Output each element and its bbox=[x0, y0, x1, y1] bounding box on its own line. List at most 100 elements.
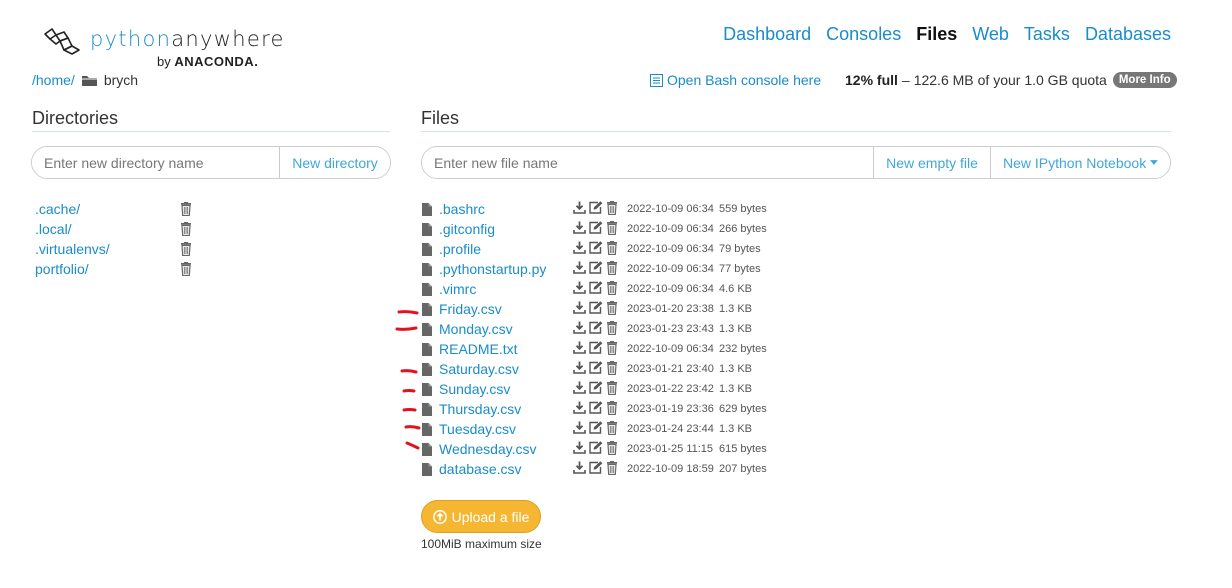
edit-icon[interactable] bbox=[589, 341, 603, 357]
breadcrumb-home-link[interactable]: /home/ bbox=[32, 72, 75, 88]
trash-icon[interactable] bbox=[606, 460, 618, 478]
file-row: .gitconfig 2022-10-09 06:34 266 bytes bbox=[422, 219, 767, 239]
new-directory-button[interactable]: New directory bbox=[279, 147, 390, 178]
new-file-input[interactable] bbox=[422, 147, 873, 178]
file-link[interactable]: .vimrc bbox=[438, 281, 573, 297]
download-icon[interactable] bbox=[573, 321, 586, 337]
directory-link[interactable]: .cache/ bbox=[35, 201, 180, 217]
trash-icon[interactable] bbox=[606, 360, 618, 378]
trash-icon[interactable] bbox=[606, 400, 618, 418]
file-link[interactable]: Saturday.csv bbox=[438, 361, 573, 377]
trash-icon[interactable] bbox=[606, 200, 618, 218]
file-link[interactable]: database.csv bbox=[438, 461, 573, 477]
edit-icon[interactable] bbox=[589, 261, 603, 277]
new-empty-file-button[interactable]: New empty file bbox=[873, 147, 990, 178]
trash-icon[interactable] bbox=[180, 222, 192, 236]
new-ipython-notebook-button[interactable]: New IPython Notebook bbox=[990, 147, 1170, 178]
download-icon[interactable] bbox=[573, 221, 586, 237]
directory-link[interactable]: .virtualenvs/ bbox=[35, 241, 180, 257]
trash-icon[interactable] bbox=[180, 202, 192, 216]
storage-quota: 12% full – 122.6 MB of your 1.0 GB quota… bbox=[845, 72, 1177, 88]
file-row: .profile 2022-10-09 06:34 79 bytes bbox=[422, 239, 761, 259]
file-icon bbox=[422, 342, 438, 356]
file-modified-date: 2022-10-09 06:34 bbox=[627, 243, 714, 255]
file-link[interactable]: Wednesday.csv bbox=[438, 441, 573, 457]
edit-icon[interactable] bbox=[589, 321, 603, 337]
bash-link-label[interactable]: Open Bash console here bbox=[667, 72, 821, 88]
file-row: database.csv 2022-10-09 18:59 207 bytes bbox=[422, 459, 767, 479]
edit-icon[interactable] bbox=[589, 381, 603, 397]
new-file-group: New empty file New IPython Notebook bbox=[421, 146, 1171, 179]
new-directory-input[interactable] bbox=[32, 147, 279, 178]
trash-icon[interactable] bbox=[606, 240, 618, 258]
download-icon[interactable] bbox=[573, 341, 586, 357]
download-icon[interactable] bbox=[573, 241, 586, 257]
edit-icon[interactable] bbox=[589, 301, 603, 317]
file-size: 1.3 KB bbox=[719, 383, 753, 395]
file-actions bbox=[573, 320, 627, 338]
file-link[interactable]: Friday.csv bbox=[438, 301, 573, 317]
file-size: 1.3 KB bbox=[719, 323, 753, 335]
file-link[interactable]: Sunday.csv bbox=[438, 381, 573, 397]
more-info-badge[interactable]: More Info bbox=[1112, 72, 1177, 88]
download-icon[interactable] bbox=[573, 461, 586, 477]
nav-consoles[interactable]: Consoles bbox=[826, 24, 901, 45]
trash-icon[interactable] bbox=[606, 280, 618, 298]
edit-icon[interactable] bbox=[589, 241, 603, 257]
download-icon[interactable] bbox=[573, 261, 586, 277]
trash-icon[interactable] bbox=[606, 380, 618, 398]
nav-tasks[interactable]: Tasks bbox=[1024, 24, 1070, 45]
file-link[interactable]: Thursday.csv bbox=[438, 401, 573, 417]
nav-files[interactable]: Files bbox=[916, 24, 957, 45]
download-icon[interactable] bbox=[573, 301, 586, 317]
trash-icon[interactable] bbox=[606, 420, 618, 438]
file-modified-date: 2023-01-19 23:36 bbox=[627, 403, 714, 415]
file-icon bbox=[422, 382, 438, 396]
nav-databases[interactable]: Databases bbox=[1085, 24, 1171, 45]
download-icon[interactable] bbox=[573, 441, 586, 457]
edit-icon[interactable] bbox=[589, 421, 603, 437]
file-link[interactable]: .pythonstartup.py bbox=[438, 261, 573, 277]
download-icon[interactable] bbox=[573, 361, 586, 377]
nav-web[interactable]: Web bbox=[972, 24, 1009, 45]
red-annotation-marks bbox=[395, 310, 421, 450]
open-bash-console-link[interactable]: Open Bash console here bbox=[650, 72, 821, 88]
file-link[interactable]: Monday.csv bbox=[438, 321, 573, 337]
directory-row: .virtualenvs/ bbox=[35, 239, 192, 259]
edit-icon[interactable] bbox=[589, 281, 603, 297]
directory-link[interactable]: portfolio/ bbox=[35, 261, 180, 277]
edit-icon[interactable] bbox=[589, 201, 603, 217]
trash-icon[interactable] bbox=[606, 300, 618, 318]
trash-icon[interactable] bbox=[180, 242, 192, 256]
file-row: Friday.csv 2023-01-20 23:38 1.3 KB bbox=[422, 299, 752, 319]
download-icon[interactable] bbox=[573, 401, 586, 417]
file-actions bbox=[573, 280, 627, 298]
trash-icon[interactable] bbox=[606, 260, 618, 278]
file-link[interactable]: .bashrc bbox=[438, 201, 573, 217]
file-size: 77 bytes bbox=[719, 263, 761, 275]
file-icon bbox=[422, 282, 438, 296]
nav-dashboard[interactable]: Dashboard bbox=[723, 24, 811, 45]
download-icon[interactable] bbox=[573, 421, 586, 437]
edit-icon[interactable] bbox=[589, 461, 603, 477]
download-icon[interactable] bbox=[573, 281, 586, 297]
trash-icon[interactable] bbox=[180, 262, 192, 276]
download-icon[interactable] bbox=[573, 381, 586, 397]
edit-icon[interactable] bbox=[589, 221, 603, 237]
edit-icon[interactable] bbox=[589, 401, 603, 417]
file-link[interactable]: .profile bbox=[438, 241, 573, 257]
file-link[interactable]: README.txt bbox=[438, 341, 573, 357]
edit-icon[interactable] bbox=[589, 361, 603, 377]
file-actions bbox=[573, 340, 627, 358]
trash-icon[interactable] bbox=[606, 220, 618, 238]
file-link[interactable]: .gitconfig bbox=[438, 221, 573, 237]
trash-icon[interactable] bbox=[606, 340, 618, 358]
file-row: Tuesday.csv 2023-01-24 23:44 1.3 KB bbox=[422, 419, 752, 439]
upload-file-button[interactable]: Upload a file bbox=[421, 500, 541, 533]
download-icon[interactable] bbox=[573, 201, 586, 217]
edit-icon[interactable] bbox=[589, 441, 603, 457]
trash-icon[interactable] bbox=[606, 440, 618, 458]
file-link[interactable]: Tuesday.csv bbox=[438, 421, 573, 437]
trash-icon[interactable] bbox=[606, 320, 618, 338]
directory-link[interactable]: .local/ bbox=[35, 221, 180, 237]
